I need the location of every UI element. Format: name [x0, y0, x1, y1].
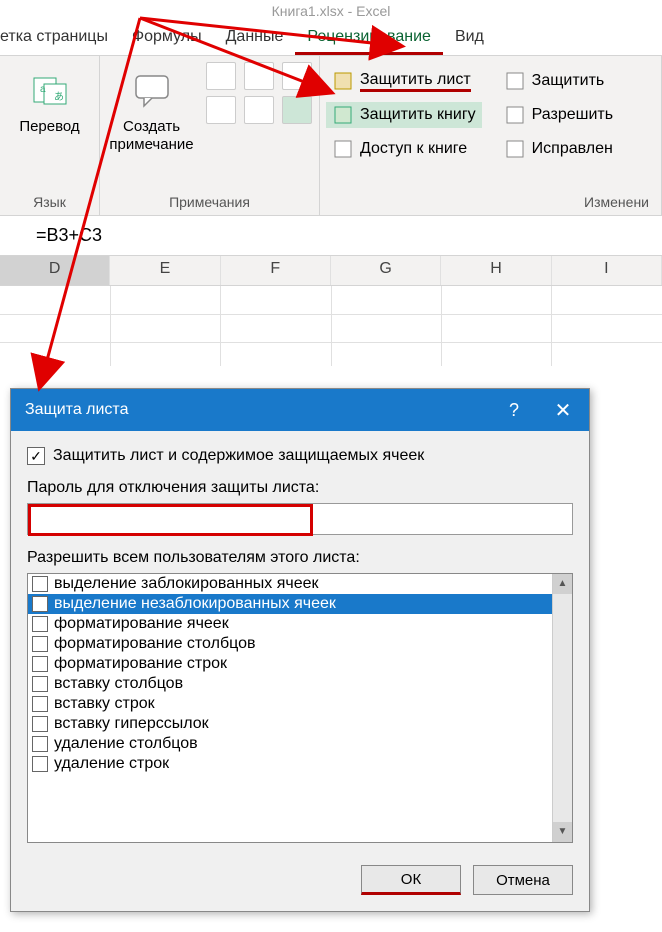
- ribbon-tabs: етка страницы Формулы Данные Рецензирова…: [0, 22, 662, 56]
- window-title: Книга1.xlsx - Excel: [0, 0, 662, 22]
- column-headers: D E F G H I: [0, 256, 662, 286]
- tab-data[interactable]: Данные: [214, 22, 296, 55]
- group-changes-label: Изменени: [326, 191, 655, 213]
- protect-sheet-button[interactable]: Защитить лист: [326, 68, 482, 94]
- perm-checkbox[interactable]: [32, 716, 48, 732]
- cancel-button[interactable]: Отмена: [473, 865, 573, 895]
- delete-comment-icon[interactable]: [206, 62, 236, 90]
- allow-edit-ranges-button[interactable]: Разрешить: [498, 102, 619, 128]
- protect-share-icon: [504, 70, 526, 92]
- perm-item-5[interactable]: вставку столбцов: [28, 674, 572, 694]
- perm-checkbox[interactable]: [32, 736, 48, 752]
- perm-item-3[interactable]: форматирование столбцов: [28, 634, 572, 654]
- group-language-label: Язык: [33, 191, 66, 213]
- translate-label: Перевод: [19, 118, 79, 136]
- col-head-e[interactable]: E: [110, 256, 220, 285]
- permissions-label: Разрешить всем пользователям этого листа…: [27, 549, 573, 567]
- prev-comment-icon[interactable]: [244, 62, 274, 90]
- dialog-title: Защита листа: [25, 401, 491, 419]
- col-head-f[interactable]: F: [221, 256, 331, 285]
- perm-checkbox[interactable]: [32, 636, 48, 652]
- tab-page-layout[interactable]: етка страницы: [0, 22, 120, 55]
- permissions-list: выделение заблокированных ячеек выделени…: [27, 573, 573, 843]
- perm-item-7[interactable]: вставку гиперссылок: [28, 714, 572, 734]
- perm-item-0[interactable]: выделение заблокированных ячеек: [28, 574, 572, 594]
- tab-view[interactable]: Вид: [443, 22, 496, 55]
- col-head-i[interactable]: I: [552, 256, 662, 285]
- show-ink-icon[interactable]: [282, 96, 312, 124]
- tab-formulas[interactable]: Формулы: [120, 22, 214, 55]
- share-workbook-button[interactable]: Доступ к книге: [326, 136, 482, 162]
- password-input[interactable]: [28, 504, 313, 536]
- col-head-h[interactable]: H: [441, 256, 551, 285]
- protect-share-button[interactable]: Защитить: [498, 68, 619, 94]
- dialog-titlebar: Защита листа ? ✕: [11, 389, 589, 431]
- dialog-close-button[interactable]: ✕: [537, 398, 589, 423]
- new-comment-label: Создать примечание: [109, 118, 193, 154]
- formula-bar: [0, 216, 662, 256]
- track-changes-button[interactable]: Исправлен: [498, 136, 619, 162]
- perm-item-4[interactable]: форматирование строк: [28, 654, 572, 674]
- translate-button[interactable]: aあ Перевод: [15, 62, 83, 140]
- perm-checkbox[interactable]: [32, 676, 48, 692]
- perm-item-1[interactable]: выделение незаблокированных ячеек: [28, 594, 572, 614]
- dialog-help-button[interactable]: ?: [491, 400, 537, 421]
- perm-checkbox[interactable]: [32, 616, 48, 632]
- perm-item-6[interactable]: вставку строк: [28, 694, 572, 714]
- allow-edit-icon: [504, 104, 526, 126]
- perm-checkbox[interactable]: [32, 656, 48, 672]
- permissions-scrollbar[interactable]: ▲ ▼: [552, 574, 572, 842]
- tab-review[interactable]: Рецензирование: [295, 22, 443, 55]
- translate-icon: aあ: [26, 66, 74, 114]
- protect-contents-checkbox-row[interactable]: ✓ Защитить лист и содержимое защищаемых …: [27, 447, 573, 465]
- scroll-up-button[interactable]: ▲: [553, 574, 572, 594]
- password-label: Пароль для отключения защиты листа:: [27, 479, 573, 497]
- perm-checkbox[interactable]: [32, 596, 48, 612]
- perm-item-8[interactable]: удаление столбцов: [28, 734, 572, 754]
- group-comments-label: Примечания: [169, 191, 250, 213]
- protect-sheet-dialog: Защита листа ? ✕ ✓ Защитить лист и содер…: [10, 388, 590, 912]
- show-all-comments-icon[interactable]: [244, 96, 274, 124]
- col-head-d[interactable]: D: [0, 256, 110, 285]
- formula-input[interactable]: [0, 219, 662, 252]
- protect-contents-checkbox[interactable]: ✓: [27, 447, 45, 465]
- share-workbook-icon: [332, 138, 354, 160]
- perm-item-9[interactable]: удаление строк: [28, 754, 572, 774]
- svg-text:あ: あ: [54, 91, 64, 103]
- comment-icon: [128, 66, 176, 114]
- col-head-g[interactable]: G: [331, 256, 441, 285]
- protect-sheet-icon: [332, 70, 354, 92]
- perm-checkbox[interactable]: [32, 756, 48, 772]
- protect-contents-label: Защитить лист и содержимое защищаемых яч…: [53, 447, 424, 465]
- svg-text:a: a: [40, 84, 46, 95]
- next-comment-icon[interactable]: [282, 62, 312, 90]
- ribbon: aあ Перевод Язык Создать примечание П: [0, 56, 662, 216]
- protect-workbook-button[interactable]: Защитить книгу: [326, 102, 482, 128]
- grid-area[interactable]: [0, 286, 662, 366]
- show-comment-icon[interactable]: [206, 96, 236, 124]
- perm-checkbox[interactable]: [32, 576, 48, 592]
- protect-workbook-icon: [332, 104, 354, 126]
- new-comment-button[interactable]: Создать примечание: [105, 62, 197, 158]
- track-changes-icon: [504, 138, 526, 160]
- scroll-down-button[interactable]: ▼: [553, 822, 572, 842]
- ok-button[interactable]: ОК: [361, 865, 461, 895]
- perm-checkbox[interactable]: [32, 696, 48, 712]
- perm-item-2[interactable]: форматирование ячеек: [28, 614, 572, 634]
